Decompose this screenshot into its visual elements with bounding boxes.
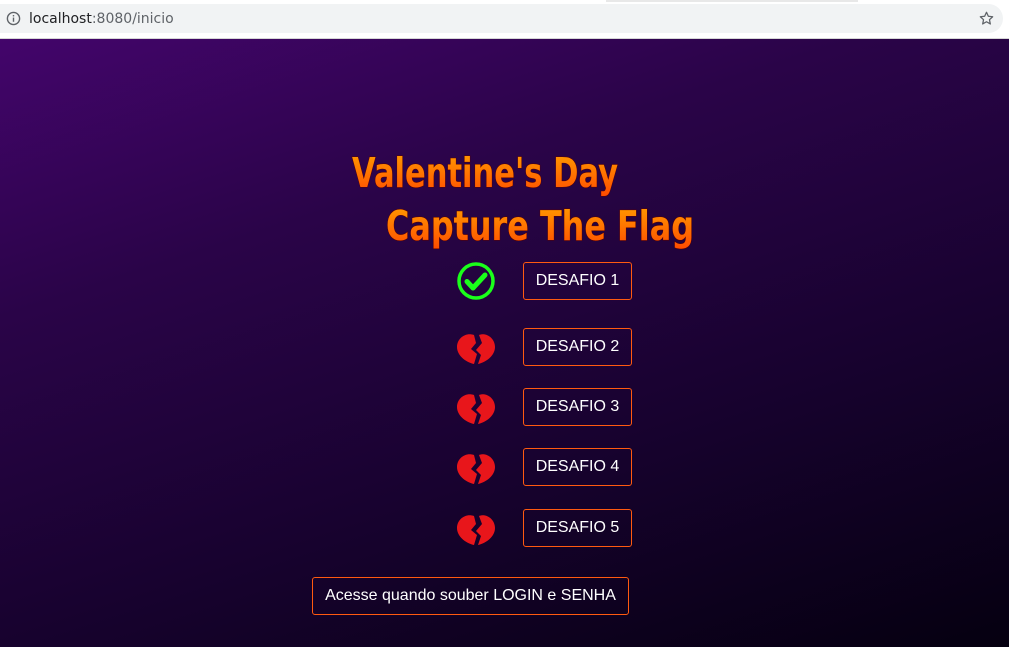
challenge-row-2: DESAFIO 2 <box>0 328 1009 368</box>
broken-heart-icon <box>457 334 495 364</box>
challenge-row-1: DESAFIO 1 <box>0 262 1009 302</box>
challenge-row-4: DESAFIO 4 <box>0 448 1009 488</box>
desafio-2-button[interactable]: DESAFIO 2 <box>523 328 632 366</box>
broken-heart-icon <box>457 515 495 545</box>
bookmark-star-icon[interactable] <box>978 10 995 27</box>
check-circle-icon <box>457 262 495 300</box>
address-bar[interactable]: localhost:8080/inicio <box>0 4 1003 33</box>
login-access-button[interactable]: Acesse quando souber LOGIN e SENHA <box>312 577 629 615</box>
title-line-2: Capture The Flag <box>386 202 694 250</box>
url-host: localhost <box>29 10 92 27</box>
title-line-1: Valentine's Day <box>352 149 618 197</box>
broken-heart-icon <box>457 394 495 424</box>
browser-toolbar: localhost:8080/inicio <box>0 0 1009 39</box>
broken-heart-icon <box>457 454 495 484</box>
site-info-icon[interactable] <box>6 11 21 26</box>
challenge-row-5: DESAFIO 5 <box>0 509 1009 549</box>
page-background: Valentine's Day Capture The Flag DESAFIO… <box>0 39 1009 647</box>
desafio-3-button[interactable]: DESAFIO 3 <box>523 388 632 426</box>
url-path: :8080/inicio <box>91 10 174 27</box>
url-text[interactable]: localhost:8080/inicio <box>29 11 174 27</box>
desafio-4-button[interactable]: DESAFIO 4 <box>523 448 632 486</box>
tab-strip <box>606 0 858 2</box>
desafio-5-button[interactable]: DESAFIO 5 <box>523 509 632 547</box>
page-title: Valentine's Day Capture The Flag <box>351 148 694 250</box>
desafio-1-button[interactable]: DESAFIO 1 <box>523 262 632 300</box>
challenge-row-3: DESAFIO 3 <box>0 388 1009 428</box>
